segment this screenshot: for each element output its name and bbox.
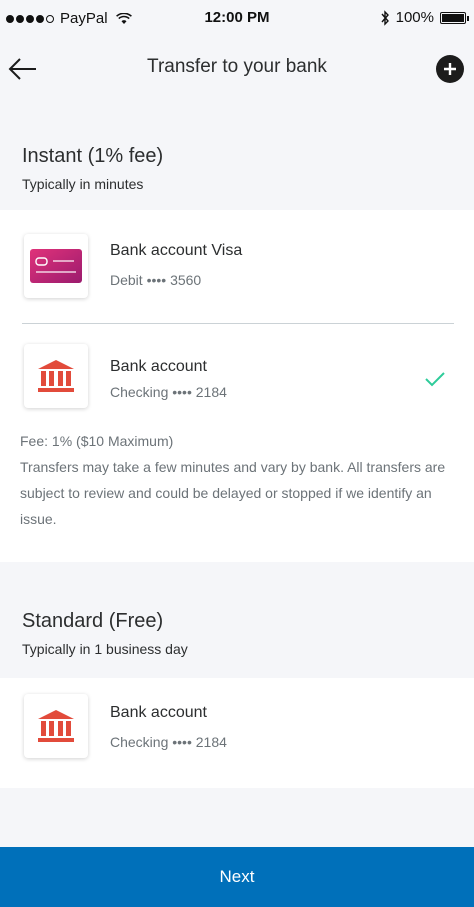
status-right: 100%	[380, 9, 469, 26]
account-detail: Debit •••• 3560	[110, 272, 202, 288]
account-row-visa[interactable]: Bank account Visa Debit •••• 3560	[0, 234, 474, 318]
standard-title: Standard (Free)	[22, 610, 164, 632]
fee-line: Fee: 1% ($10 Maximum)	[20, 433, 174, 449]
debit-card-icon	[24, 234, 88, 298]
instant-subtitle: Typically in minutes	[22, 176, 144, 192]
battery-icon	[440, 11, 469, 24]
standard-subtitle: Typically in 1 business day	[22, 641, 188, 657]
add-account-button[interactable]	[436, 55, 464, 83]
bank-icon	[24, 694, 88, 758]
standard-section-header: Standard (Free) Typically in 1 business …	[22, 610, 188, 657]
status-bar: PayPal 12:00 PM 100%	[0, 0, 474, 38]
account-detail: Checking •••• 2184	[110, 384, 227, 400]
transfer-notice: Transfers may take a few minutes and var…	[20, 459, 446, 527]
page-title: Transfer to your bank	[147, 56, 327, 77]
fee-info: Fee: 1% ($10 Maximum) Transfers may take…	[20, 428, 460, 532]
account-name: Bank account	[110, 704, 207, 721]
account-name: Bank account Visa	[110, 242, 243, 259]
account-row-checking-instant[interactable]: Bank account Checking •••• 2184	[0, 344, 474, 428]
battery-percent: 100%	[395, 9, 434, 26]
account-detail: Checking •••• 2184	[110, 734, 227, 750]
account-name: Bank account	[110, 358, 207, 375]
bank-icon	[24, 344, 88, 408]
instant-card: Bank account Visa Debit •••• 3560 Bank a…	[0, 210, 474, 562]
checkmark-icon	[425, 372, 445, 387]
instant-title: Instant (1% fee)	[22, 145, 164, 167]
account-row-checking-standard[interactable]: Bank account Checking •••• 2184	[0, 694, 474, 778]
standard-card: Bank account Checking •••• 2184	[0, 678, 474, 788]
next-button[interactable]: Next	[0, 847, 474, 907]
plus-circle-icon	[444, 63, 456, 75]
nav-header: Transfer to your bank	[0, 38, 474, 98]
row-divider	[22, 323, 454, 324]
instant-section-header: Instant (1% fee) Typically in minutes	[22, 145, 163, 192]
bluetooth-icon	[381, 9, 389, 26]
